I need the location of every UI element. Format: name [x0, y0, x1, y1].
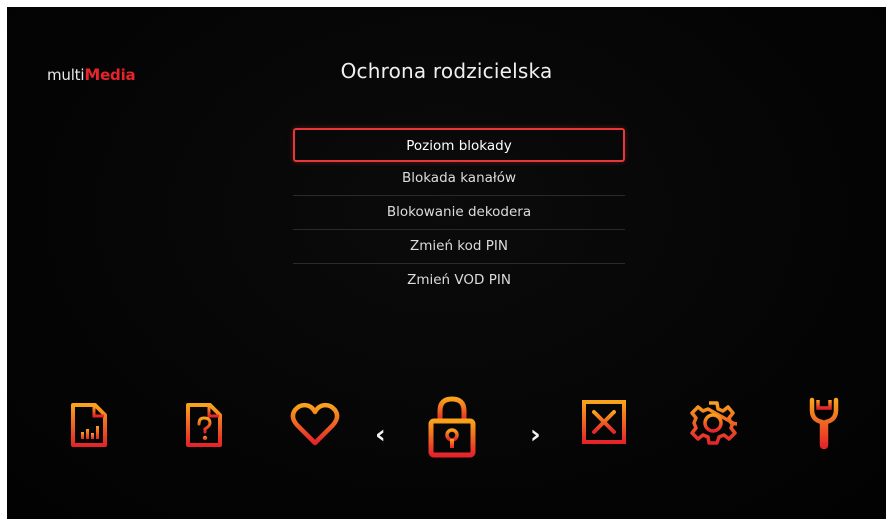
- tv-screen: multi M edia Ochrona rodzicielska Poziom…: [7, 7, 886, 519]
- lock-icon[interactable]: [426, 395, 478, 459]
- menu-item-decoder-lock[interactable]: Blokowanie dekodera: [293, 196, 625, 230]
- document-help-icon[interactable]: [184, 402, 224, 448]
- heart-icon[interactable]: [290, 401, 340, 447]
- gear-icon[interactable]: [689, 399, 737, 447]
- close-box-icon[interactable]: [581, 399, 627, 445]
- menu-item-change-vod-pin[interactable]: Zmień VOD PIN: [293, 264, 625, 298]
- parental-control-menu: Poziom blokady Blokada kanałów Blokowani…: [293, 128, 625, 298]
- wrench-icon[interactable]: [804, 396, 844, 450]
- document-chart-icon[interactable]: [69, 402, 109, 448]
- page-title: Ochrona rodzicielska: [340, 59, 553, 83]
- menu-item-lock-level[interactable]: Poziom blokady: [293, 128, 625, 162]
- bottom-icon-dock: [7, 377, 886, 467]
- scroll-right-arrow[interactable]: ›: [530, 422, 541, 448]
- menu-item-channel-lock[interactable]: Blokada kanałów: [293, 162, 625, 196]
- menu-item-change-pin[interactable]: Zmień kod PIN: [293, 230, 625, 264]
- scroll-left-arrow[interactable]: ‹: [375, 422, 386, 448]
